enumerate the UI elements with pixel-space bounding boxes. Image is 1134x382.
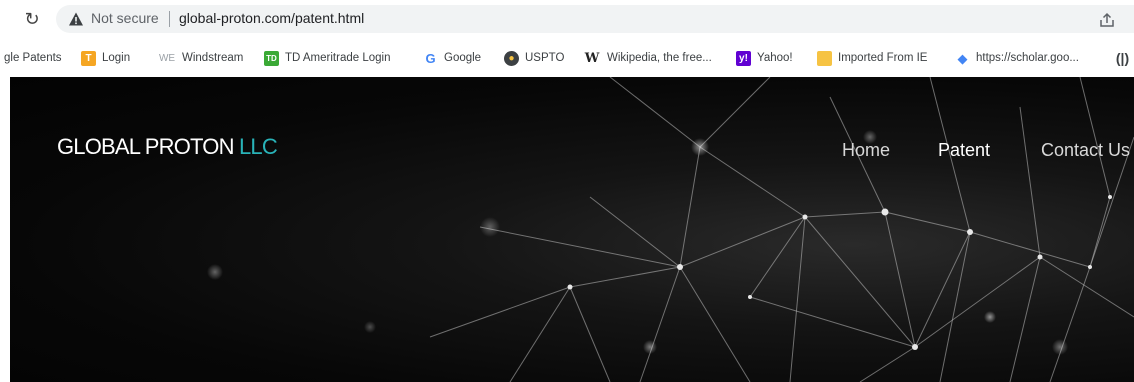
bookmarks-bar: gle Patents T Login WE Windstream TD TD … (0, 38, 1134, 76)
bookmark-google-patents[interactable]: gle Patents (4, 49, 62, 67)
bookmark-label: TD Ameritrade Login (285, 52, 391, 64)
bookmark-google[interactable]: G Google (423, 49, 481, 67)
divider (169, 11, 170, 27)
bookmark-imported-from-ie[interactable]: Imported From IE (817, 49, 927, 67)
nav-patent[interactable]: Patent (938, 140, 990, 161)
scholar-icon: ◆ (957, 50, 968, 66)
bookmark-windstream[interactable]: WE Windstream (158, 49, 243, 67)
bookmark-label: Yahoo! (757, 52, 793, 64)
bookmark-label: Wikipedia, the free... (607, 52, 712, 64)
bookmark-scholar[interactable]: ◆ https://scholar.goo... (955, 49, 1079, 67)
bookmark-wikipedia[interactable]: W Wikipedia, the free... (583, 49, 712, 67)
bookmark-label: Imported From IE (838, 52, 928, 64)
google-icon: G (425, 50, 436, 66)
bookmark-login[interactable]: T Login (81, 49, 130, 67)
bookmark-overflow[interactable]: (|) (1115, 49, 1134, 67)
wikipedia-icon: W (584, 50, 600, 66)
bookmark-label: gle Patents (4, 52, 62, 64)
bookmark-uspto[interactable]: ● USPTO (504, 49, 564, 67)
yahoo-icon: y! (736, 50, 751, 66)
bookmark-label: Login (102, 52, 131, 64)
bookmark-partial-icon: (|) (1115, 49, 1130, 66)
windstream-icon: WE (158, 52, 176, 64)
logo-accent-text: LLC (238, 134, 278, 159)
security-label[interactable]: Not secure (91, 10, 159, 26)
td-ameritrade-icon: TD (264, 50, 279, 66)
bookmark-label: USPTO (525, 52, 565, 64)
site-logo[interactable]: GLOBAL PROTON LLC (57, 134, 278, 160)
nav-contact-us[interactable]: Contact Us (1041, 140, 1130, 161)
logo-main-text: GLOBAL PROTON (57, 134, 234, 159)
bookmark-label: Windstream (182, 52, 244, 64)
network-background-image (207, 77, 1134, 382)
nav-home[interactable]: Home (842, 140, 890, 161)
reload-icon[interactable]: ↻ (22, 9, 42, 29)
bookmark-label: https://scholar.goo... (976, 52, 1079, 64)
bookmark-label: Google (444, 52, 482, 64)
share-icon[interactable] (1098, 11, 1116, 29)
login-icon: T (81, 50, 96, 66)
warning-icon[interactable] (68, 11, 84, 27)
address-bar[interactable]: Not secure global-proton.com/patent.html (56, 5, 1134, 33)
browser-toolbar: ↻ Not secure global-proton.com/patent.ht… (0, 0, 1134, 38)
url-text[interactable]: global-proton.com/patent.html (179, 10, 364, 26)
uspto-icon: ● (504, 50, 519, 66)
bookmark-yahoo[interactable]: y! Yahoo! (736, 49, 793, 67)
bookmark-td-ameritrade[interactable]: TD TD Ameritrade Login (264, 49, 390, 67)
folder-icon (817, 50, 832, 66)
hero-banner: GLOBAL PROTON LLC Home Patent Contact Us (10, 77, 1134, 382)
